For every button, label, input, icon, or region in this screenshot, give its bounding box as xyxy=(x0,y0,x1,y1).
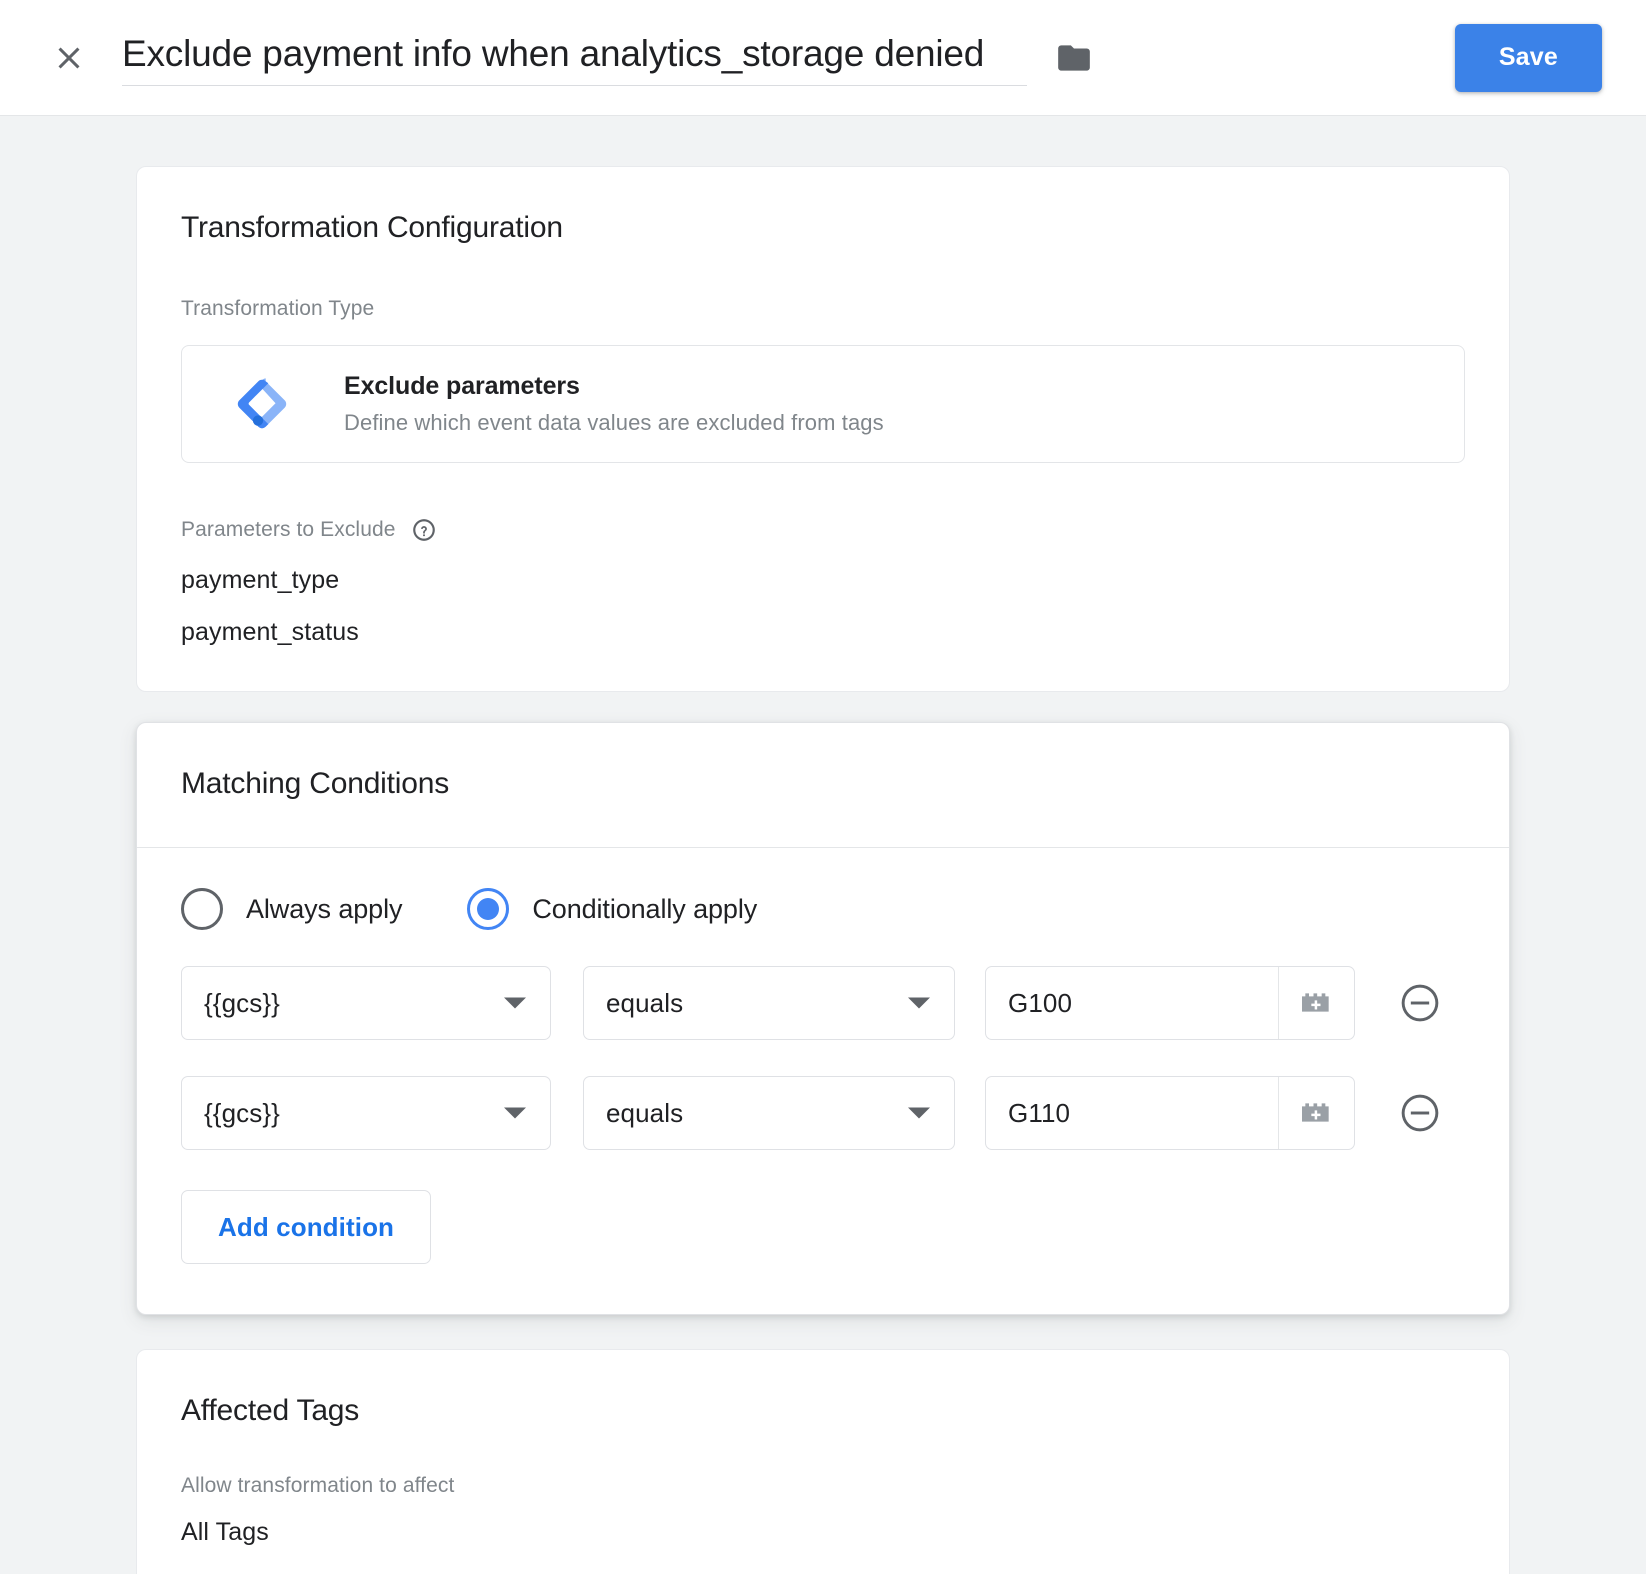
minus-circle-icon[interactable] xyxy=(1397,980,1443,1026)
allow-transformation-label: Allow transformation to affect xyxy=(181,1474,455,1497)
matching-conditions-card: Matching Conditions Always apply Conditi… xyxy=(136,722,1510,1315)
affected-tags-title: Affected Tags xyxy=(181,1394,360,1427)
folder-icon[interactable] xyxy=(1053,37,1095,79)
parameter-item: payment_type xyxy=(181,566,340,594)
matching-conditions-title: Matching Conditions xyxy=(181,767,450,800)
add-condition-button[interactable]: Add condition xyxy=(181,1190,432,1264)
page-header: Save xyxy=(0,0,1646,116)
radio-conditionally-apply[interactable]: Conditionally apply xyxy=(467,888,757,930)
close-icon[interactable] xyxy=(46,35,92,81)
help-circle-icon[interactable] xyxy=(411,517,437,543)
minus-circle-icon[interactable] xyxy=(1397,1090,1443,1136)
parameters-label-row: Parameters to Exclude xyxy=(181,517,1465,543)
chevron-down-icon xyxy=(504,997,526,1009)
matching-conditions-body: Always apply Conditionally apply {{gcs}}… xyxy=(137,848,1509,1314)
transformation-type-text: Exclude parameters Define which event da… xyxy=(344,372,884,436)
apply-mode-radio-group: Always apply Conditionally apply xyxy=(181,888,1465,930)
radio-conditionally-apply-circle[interactable] xyxy=(467,888,510,930)
condition-value-input[interactable] xyxy=(986,967,1278,1039)
radio-conditionally-apply-label: Conditionally apply xyxy=(532,893,758,924)
condition-variable-select[interactable]: {{gcs}} xyxy=(181,966,551,1040)
transformation-type-tile[interactable]: Exclude parameters Define which event da… xyxy=(181,345,1465,463)
radio-always-apply-label: Always apply xyxy=(246,893,403,924)
condition-operator-select[interactable]: equals xyxy=(583,1076,955,1150)
condition-variable-value: {{gcs}} xyxy=(204,987,280,1018)
lego-brick-plus-icon[interactable] xyxy=(1278,967,1354,1039)
condition-operator-value: equals xyxy=(606,987,684,1018)
condition-row: {{gcs}} equals xyxy=(181,1076,1465,1150)
condition-operator-select[interactable]: equals xyxy=(583,966,955,1040)
parameters-to-exclude-label: Parameters to Exclude xyxy=(181,518,396,541)
chevron-down-icon xyxy=(504,1107,526,1119)
transformation-configuration-title: Transformation Configuration xyxy=(181,211,563,244)
parameter-item: payment_status xyxy=(181,618,359,646)
chevron-down-icon xyxy=(908,997,930,1009)
transformation-type-label: Transformation Type xyxy=(181,297,375,320)
condition-variable-value: {{gcs}} xyxy=(204,1097,280,1128)
save-button[interactable]: Save xyxy=(1454,23,1602,92)
lego-brick-plus-icon[interactable] xyxy=(1278,1077,1354,1149)
transformation-editor-page: Save Transformation Configuration Transf… xyxy=(0,0,1646,1574)
condition-value-field xyxy=(985,966,1355,1040)
transformation-configuration-card: Transformation Configuration Transformat… xyxy=(136,166,1510,692)
condition-variable-select[interactable]: {{gcs}} xyxy=(181,1076,551,1150)
page-content: Transformation Configuration Transformat… xyxy=(0,116,1646,1574)
affected-tags-card: Affected Tags Allow transformation to af… xyxy=(136,1349,1510,1574)
transformation-type-description: Define which event data values are exclu… xyxy=(344,410,884,435)
chevron-down-icon xyxy=(908,1107,930,1119)
condition-value-field xyxy=(985,1076,1355,1150)
radio-always-apply[interactable]: Always apply xyxy=(181,888,402,930)
transformation-type-name: Exclude parameters xyxy=(344,372,580,400)
condition-row: {{gcs}} equals xyxy=(181,966,1465,1040)
condition-operator-value: equals xyxy=(606,1097,684,1128)
transformation-name-input[interactable] xyxy=(122,29,1027,86)
gtm-diamond-icon xyxy=(230,372,294,436)
allow-transformation-value: All Tags xyxy=(181,1518,269,1546)
radio-always-apply-circle[interactable] xyxy=(181,888,223,930)
condition-value-input[interactable] xyxy=(986,1077,1278,1149)
title-area xyxy=(122,29,1455,86)
